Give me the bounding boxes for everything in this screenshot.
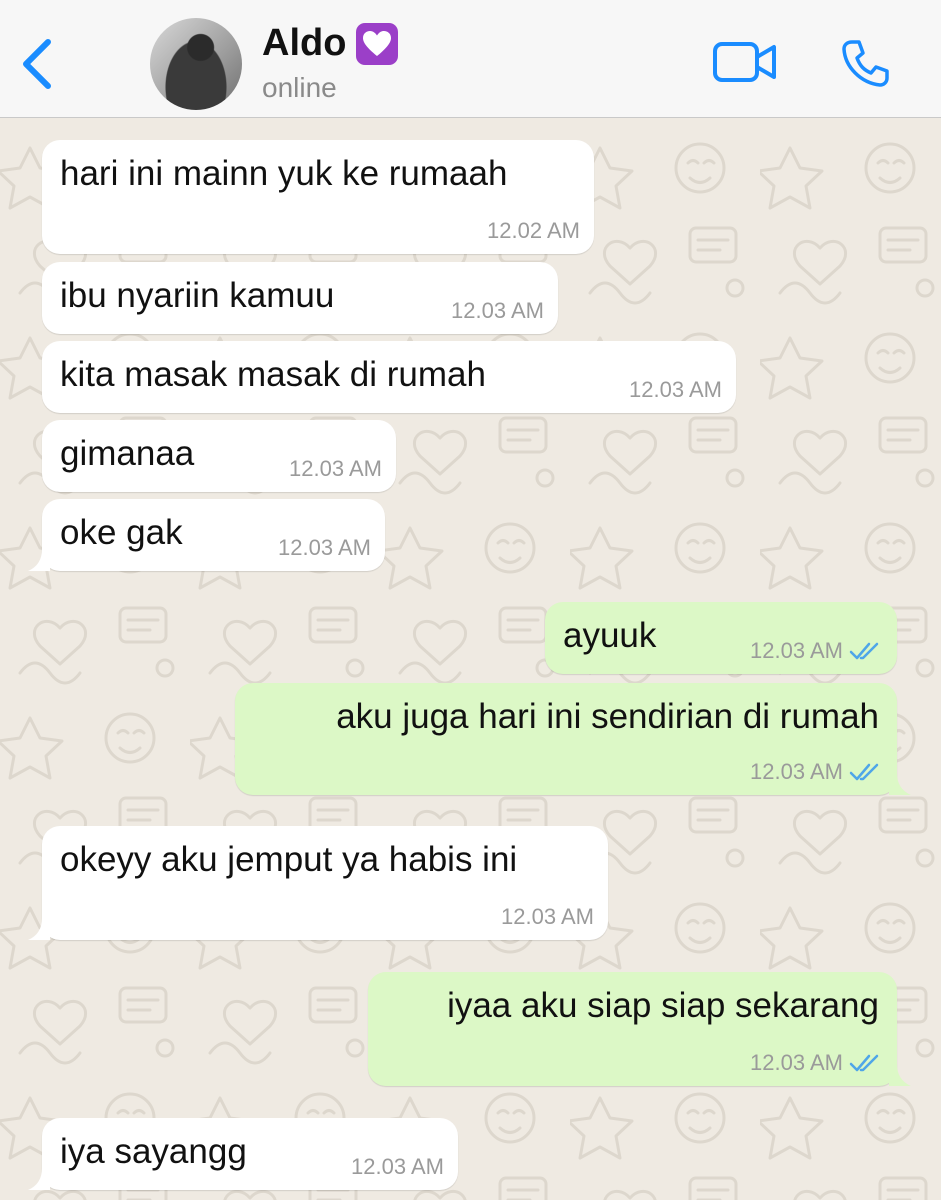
message-text: kita masak masak di rumah <box>60 355 486 394</box>
message-bubble-incoming[interactable]: oke gak 12.03 AM <box>28 499 385 571</box>
message-text: hari ini mainn yuk ke rumaah <box>60 154 508 193</box>
message-time: 12.03 AM <box>750 1050 843 1075</box>
message-bubble-incoming[interactable]: gimanaa 12.03 AM <box>42 420 396 492</box>
message-meta: 12.03 AM <box>451 298 544 324</box>
contact-name: Aldo <box>262 22 347 64</box>
message-bubble-outgoing[interactable]: iyaa aku siap siap sekarang 12.03 AM <box>368 972 911 1086</box>
message-meta: 12.03 AM <box>750 1050 883 1076</box>
message-time: 12.03 AM <box>451 298 544 323</box>
message-meta: 12.02 AM <box>487 218 580 244</box>
bubble-tail <box>889 773 911 795</box>
avatar[interactable] <box>150 18 242 110</box>
message-meta: 12.03 AM <box>750 759 883 785</box>
message-time: 12.02 AM <box>487 218 580 243</box>
message-bubble-incoming[interactable]: iya sayangg 12.03 AM <box>28 1118 458 1190</box>
phone-icon <box>842 40 889 87</box>
bubble-tail <box>28 549 50 571</box>
message-time: 12.03 AM <box>289 456 382 481</box>
read-receipt-icon <box>849 642 879 660</box>
back-chevron-icon <box>23 39 51 89</box>
message-time: 12.03 AM <box>278 535 371 560</box>
video-call-button[interactable] <box>712 40 778 84</box>
contact-status: online <box>262 72 337 103</box>
message-bubble-incoming[interactable]: hari ini mainn yuk ke rumaah 12.02 AM <box>42 140 594 254</box>
bubble-tail <box>889 1064 911 1086</box>
bubble-tail <box>28 1168 50 1190</box>
chat-header: Aldo online <box>0 0 941 118</box>
message-time: 12.03 AM <box>750 759 843 784</box>
message-time: 12.03 AM <box>351 1154 444 1179</box>
back-button[interactable] <box>18 34 58 94</box>
message-text: aku juga hari ini sendirian di rumah <box>336 697 879 736</box>
message-meta: 12.03 AM <box>629 377 722 403</box>
message-time: 12.03 AM <box>501 904 594 929</box>
message-meta: 12.03 AM <box>351 1154 444 1180</box>
voice-call-button[interactable] <box>840 38 890 88</box>
message-text: okeyy aku jemput ya habis ini <box>60 840 518 879</box>
message-bubble-incoming[interactable]: ibu nyariin kamuu 12.03 AM <box>42 262 558 334</box>
message-text: iya sayangg <box>60 1132 247 1171</box>
message-text: ibu nyariin kamuu <box>60 276 335 315</box>
message-text: gimanaa <box>60 434 195 473</box>
message-meta: 12.03 AM <box>278 535 371 561</box>
message-bubble-outgoing[interactable]: ayuuk 12.03 AM <box>545 602 897 674</box>
message-text: iyaa aku siap siap sekarang <box>447 986 879 1025</box>
contact-name-row[interactable]: Aldo <box>262 22 399 65</box>
message-bubble-incoming[interactable]: okeyy aku jemput ya habis ini 12.03 AM <box>28 826 608 940</box>
message-meta: 12.03 AM <box>501 904 594 930</box>
read-receipt-icon <box>849 763 879 781</box>
message-meta: 12.03 AM <box>750 638 883 664</box>
chat-area[interactable]: hari ini mainn yuk ke rumaah 12.02 AM ib… <box>0 118 941 1200</box>
message-bubble-incoming[interactable]: kita masak masak di rumah 12.03 AM <box>42 341 736 413</box>
message-meta: 12.03 AM <box>289 456 382 482</box>
message-text: oke gak <box>60 513 183 552</box>
message-time: 12.03 AM <box>629 377 722 402</box>
read-receipt-icon <box>849 1054 879 1072</box>
message-time: 12.03 AM <box>750 638 843 663</box>
video-camera-icon <box>713 42 776 82</box>
message-text: ayuuk <box>563 616 657 655</box>
purple-heart-icon <box>356 22 399 65</box>
bubble-tail <box>28 918 50 940</box>
message-bubble-outgoing[interactable]: aku juga hari ini sendirian di rumah 12.… <box>235 683 911 795</box>
